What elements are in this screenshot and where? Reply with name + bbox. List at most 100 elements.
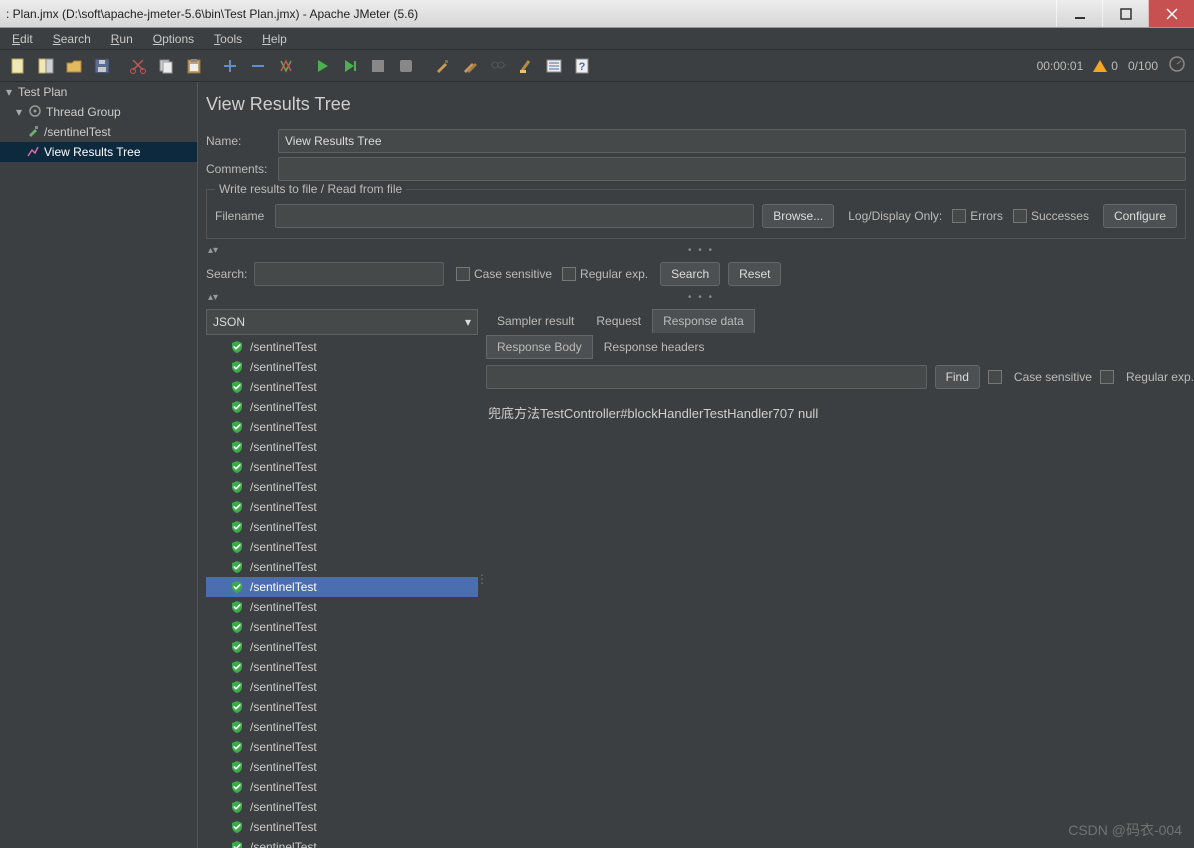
detail-tabs: Sampler result Request Response data bbox=[486, 309, 1194, 333]
result-row[interactable]: /sentinelTest bbox=[206, 397, 478, 417]
reset-search-icon[interactable] bbox=[514, 54, 538, 78]
collapse-arrow-icon[interactable]: ▾ bbox=[14, 105, 24, 119]
find-button[interactable]: Find bbox=[935, 365, 980, 389]
test-plan-tree[interactable]: ▾ Test Plan ▾ Thread Group /sentinelTest… bbox=[0, 82, 198, 848]
search-case-checkbox[interactable] bbox=[456, 267, 470, 281]
shield-check-icon bbox=[230, 640, 244, 654]
search-button[interactable]: Search bbox=[660, 262, 720, 286]
result-row[interactable]: /sentinelTest bbox=[206, 517, 478, 537]
tree-test-plan[interactable]: ▾ Test Plan bbox=[0, 82, 197, 102]
tab-response-data[interactable]: Response data bbox=[652, 309, 755, 333]
function-helper-icon[interactable] bbox=[542, 54, 566, 78]
warning-indicator[interactable]: 0 bbox=[1093, 59, 1118, 73]
subtab-response-body[interactable]: Response Body bbox=[486, 335, 593, 359]
search-regex-checkbox[interactable] bbox=[562, 267, 576, 281]
renderer-select[interactable]: JSON ▾ bbox=[206, 309, 478, 335]
menu-search[interactable]: Search bbox=[43, 29, 101, 49]
stop-icon[interactable] bbox=[366, 54, 390, 78]
clear-all-icon[interactable] bbox=[458, 54, 482, 78]
result-row[interactable]: /sentinelTest bbox=[206, 737, 478, 757]
filename-input[interactable] bbox=[275, 204, 754, 228]
response-body-text[interactable]: 兜底方法TestController#blockHandlerTestHandl… bbox=[486, 395, 1194, 848]
toggle-icon[interactable] bbox=[274, 54, 298, 78]
close-button[interactable] bbox=[1148, 0, 1194, 27]
splitter-top[interactable]: ▴▾• • • bbox=[206, 245, 1186, 256]
result-row[interactable]: /sentinelTest bbox=[206, 617, 478, 637]
errors-checkbox[interactable] bbox=[952, 209, 966, 223]
expand-icon[interactable] bbox=[218, 54, 242, 78]
save-icon[interactable] bbox=[90, 54, 114, 78]
result-row[interactable]: /sentinelTest bbox=[206, 637, 478, 657]
paste-icon[interactable] bbox=[182, 54, 206, 78]
new-icon[interactable] bbox=[6, 54, 30, 78]
browse-button[interactable]: Browse... bbox=[762, 204, 834, 228]
maximize-button[interactable] bbox=[1102, 0, 1148, 27]
subtab-response-headers[interactable]: Response headers bbox=[593, 335, 716, 359]
template-icon[interactable] bbox=[34, 54, 58, 78]
shield-check-icon bbox=[230, 560, 244, 574]
result-row[interactable]: /sentinelTest bbox=[206, 757, 478, 777]
result-row[interactable]: /sentinelTest bbox=[206, 437, 478, 457]
search-input[interactable] bbox=[254, 262, 444, 286]
result-row[interactable]: /sentinelTest bbox=[206, 797, 478, 817]
cut-icon[interactable] bbox=[126, 54, 150, 78]
shield-check-icon bbox=[230, 800, 244, 814]
result-row[interactable]: /sentinelTest bbox=[206, 677, 478, 697]
search-regex-label: Regular exp. bbox=[580, 267, 648, 281]
menu-options[interactable]: Options bbox=[143, 29, 204, 49]
result-row[interactable]: /sentinelTest bbox=[206, 777, 478, 797]
name-input[interactable] bbox=[278, 129, 1186, 153]
comments-input[interactable] bbox=[278, 157, 1186, 181]
collapse-icon[interactable] bbox=[246, 54, 270, 78]
result-row[interactable]: /sentinelTest bbox=[206, 497, 478, 517]
result-row[interactable]: /sentinelTest bbox=[206, 717, 478, 737]
copy-icon[interactable] bbox=[154, 54, 178, 78]
result-row[interactable]: /sentinelTest bbox=[206, 597, 478, 617]
errors-label: Errors bbox=[970, 209, 1003, 223]
result-row[interactable]: /sentinelTest bbox=[206, 697, 478, 717]
successes-checkbox[interactable] bbox=[1013, 209, 1027, 223]
result-row[interactable]: /sentinelTest bbox=[206, 657, 478, 677]
tab-request[interactable]: Request bbox=[585, 309, 652, 333]
configure-button[interactable]: Configure bbox=[1103, 204, 1177, 228]
result-row[interactable]: /sentinelTest bbox=[206, 377, 478, 397]
result-row[interactable]: /sentinelTest bbox=[206, 357, 478, 377]
vertical-splitter[interactable]: ⋮ bbox=[478, 309, 486, 848]
start-no-pause-icon[interactable] bbox=[338, 54, 362, 78]
menu-edit[interactable]: Edit bbox=[2, 29, 43, 49]
search-tree-icon[interactable] bbox=[486, 54, 510, 78]
result-row[interactable]: /sentinelTest bbox=[206, 477, 478, 497]
menu-tools[interactable]: Tools bbox=[204, 29, 252, 49]
result-label: /sentinelTest bbox=[250, 580, 317, 594]
gauge-icon[interactable] bbox=[1168, 55, 1186, 76]
result-row[interactable]: /sentinelTest bbox=[206, 557, 478, 577]
start-icon[interactable] bbox=[310, 54, 334, 78]
result-row[interactable]: /sentinelTest bbox=[206, 537, 478, 557]
result-row[interactable]: /sentinelTest bbox=[206, 457, 478, 477]
result-row[interactable]: /sentinelTest bbox=[206, 337, 478, 357]
splitter-mid[interactable]: ▴▾• • • bbox=[206, 292, 1186, 303]
menu-help[interactable]: Help bbox=[252, 29, 297, 49]
thread-count: 0/100 bbox=[1128, 59, 1158, 73]
help-icon[interactable]: ? bbox=[570, 54, 594, 78]
tree-sampler[interactable]: /sentinelTest bbox=[0, 122, 197, 142]
result-row[interactable]: /sentinelTest bbox=[206, 817, 478, 837]
tree-thread-group[interactable]: ▾ Thread Group bbox=[0, 102, 197, 122]
shutdown-icon[interactable] bbox=[394, 54, 418, 78]
result-row[interactable]: /sentinelTest bbox=[206, 417, 478, 437]
filename-label: Filename bbox=[215, 209, 275, 223]
result-row[interactable]: /sentinelTest bbox=[206, 837, 478, 848]
find-case-checkbox[interactable] bbox=[988, 370, 1002, 384]
find-input[interactable] bbox=[486, 365, 927, 389]
reset-button[interactable]: Reset bbox=[728, 262, 781, 286]
menu-run[interactable]: Run bbox=[101, 29, 143, 49]
collapse-arrow-icon[interactable]: ▾ bbox=[4, 85, 14, 99]
find-regex-checkbox[interactable] bbox=[1100, 370, 1114, 384]
result-row[interactable]: /sentinelTest bbox=[206, 577, 478, 597]
open-icon[interactable] bbox=[62, 54, 86, 78]
results-list[interactable]: /sentinelTest/sentinelTest/sentinelTest/… bbox=[206, 337, 478, 848]
clear-icon[interactable] bbox=[430, 54, 454, 78]
tree-view-results[interactable]: View Results Tree bbox=[0, 142, 197, 162]
tab-sampler-result[interactable]: Sampler result bbox=[486, 309, 585, 333]
minimize-button[interactable] bbox=[1056, 0, 1102, 27]
